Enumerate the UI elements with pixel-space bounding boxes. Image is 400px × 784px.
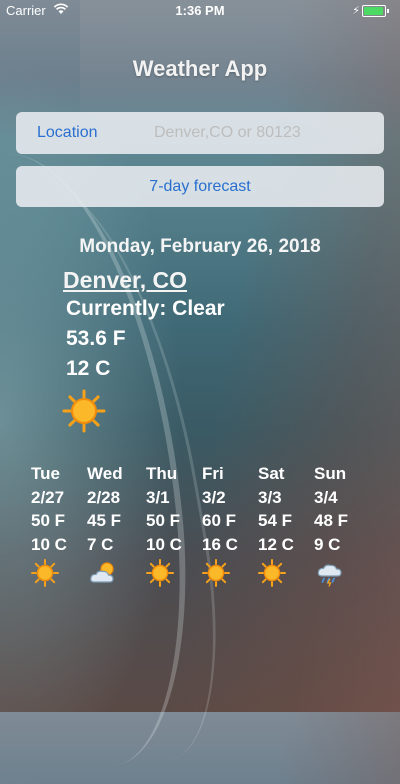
sun-icon — [62, 389, 106, 433]
forecast-day-name: Tue — [31, 464, 60, 483]
sun-icon — [146, 559, 174, 587]
forecast-temp-f: 50 F — [146, 511, 181, 530]
status-time: 1:36 PM — [175, 3, 225, 18]
forecast-day: Tue 2/27 50 F 10 C — [31, 462, 91, 594]
forecast-temp-c: 12 C — [258, 534, 294, 554]
forecast-temp-c: 16 C — [202, 534, 238, 554]
forecast-day-name: Wed — [87, 464, 123, 483]
sun-icon — [202, 559, 230, 587]
forecast-day: Sun 3/4 48 F 9 C — [314, 462, 374, 594]
location-field[interactable]: Location — [16, 112, 384, 154]
current-temp-f: 53.6 F — [66, 327, 126, 350]
current-date: Monday, February 26, 2018 — [79, 236, 321, 257]
forecast-day-name: Thu — [146, 464, 178, 483]
forecast-day-name: Sat — [258, 464, 285, 483]
forecast-day: Fri 3/2 60 F 16 C — [202, 462, 262, 594]
current-condition: Currently: Clear — [66, 297, 225, 320]
location-label: Location — [37, 124, 98, 141]
forecast-day-name: Sun — [314, 464, 347, 483]
city-name: Denver, CO — [63, 267, 187, 293]
battery-icon — [362, 5, 389, 17]
forecast-date: 3/3 — [258, 487, 282, 507]
forecast-temp-c: 9 C — [314, 534, 341, 554]
partly-cloudy-icon — [90, 562, 114, 583]
forecast-day-name: Fri — [202, 464, 224, 483]
sun-icon — [31, 559, 59, 587]
forecast-temp-c: 10 C — [146, 534, 182, 554]
forecast-day: Wed 2/28 45 F 7 C — [87, 462, 147, 594]
location-input[interactable] — [154, 120, 364, 146]
sun-icon — [258, 559, 286, 587]
forecast-temp-c: 10 C — [31, 534, 67, 554]
forecast-day: Thu 3/1 50 F 10 C — [146, 462, 206, 594]
forecast-date: 2/28 — [87, 487, 121, 507]
forecast-temp-c: 7 C — [87, 534, 114, 554]
forecast-temp-f: 45 F — [87, 511, 122, 530]
forecast-temp-f: 60 F — [202, 511, 237, 530]
status-bar: Carrier 1:36 PM ⚡ — [0, 0, 400, 22]
forecast-day: Sat 3/3 54 F 12 C — [258, 462, 318, 594]
forecast-temp-f: 54 F — [258, 511, 293, 530]
forecast-date: 2/27 — [31, 487, 65, 507]
rain-cloud-icon — [317, 564, 342, 587]
app-title: Weather App — [132, 56, 268, 81]
forecast-date: 3/1 — [146, 487, 170, 507]
forecast-date: 3/4 — [314, 487, 338, 507]
forecast-date: 3/2 — [202, 487, 226, 507]
charging-icon: ⚡ — [352, 5, 360, 17]
seven-day-forecast: Tue 2/27 50 F 10 C Wed 2/28 45 F 7 C Thu… — [0, 462, 400, 592]
forecast-temp-f: 50 F — [31, 511, 66, 530]
current-temp-c: 12 C — [66, 357, 111, 380]
seven-day-forecast-button[interactable]: 7-day forecast — [16, 166, 384, 207]
forecast-temp-f: 48 F — [314, 511, 349, 530]
